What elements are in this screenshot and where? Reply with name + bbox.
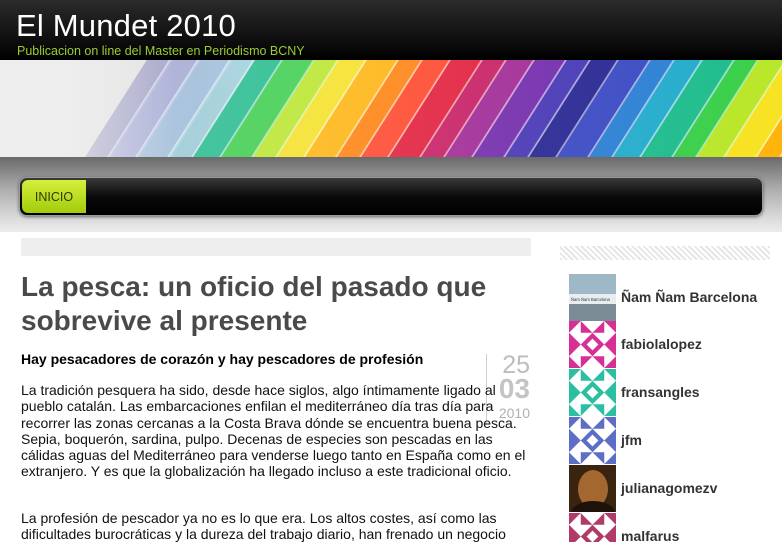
author-item[interactable]: jfm [569, 416, 774, 464]
post-paragraph: La tradición pesquera ha sido, desde hac… [21, 382, 526, 480]
site-title[interactable]: El Mundet 2010 [16, 8, 236, 44]
photo-avatar-icon [569, 464, 616, 512]
nav-area: INICIO [0, 157, 782, 232]
author-item[interactable]: fransangles [569, 368, 774, 416]
author-name[interactable]: fransangles [621, 384, 700, 400]
identicon-avatar-icon [569, 512, 616, 542]
author-name[interactable]: Ñam Ñam Barcelona [621, 289, 757, 305]
nav-item-inicio[interactable]: INICIO [22, 180, 86, 213]
identicon-avatar-icon [569, 320, 616, 368]
banner-fade [0, 60, 782, 157]
author-name[interactable]: julianagomezv [621, 480, 717, 496]
identicon-avatar-icon [569, 416, 616, 464]
post-title[interactable]: La pesca: un oficio del pasado que sobre… [21, 270, 521, 338]
author-item[interactable]: fabiolalopez [569, 320, 774, 368]
author-item[interactable]: julianagomezv [569, 464, 774, 512]
site-header: El Mundet 2010 Publicacion on line del M… [0, 0, 782, 60]
author-name[interactable]: jfm [621, 432, 642, 448]
identicon-avatar-icon [569, 368, 616, 416]
post-lead: Hay pesacadores de corazón y hay pescado… [21, 351, 424, 367]
photo-avatar-icon: Ñam Ñam Barcelona [569, 273, 616, 321]
main-nav: INICIO [19, 177, 763, 216]
sidebar-divider [560, 246, 770, 260]
author-name[interactable]: fabiolalopez [621, 336, 702, 352]
author-item[interactable]: malfarus [569, 512, 774, 542]
post-meta-bar [21, 238, 531, 256]
color-swatch-fan-icon [0, 60, 782, 157]
author-name[interactable]: malfarus [621, 528, 679, 542]
site-description: Publicacion on line del Master en Period… [17, 44, 305, 58]
avatar-caption: Ñam Ñam Barcelona [571, 297, 611, 302]
author-item[interactable]: Ñam Ñam Barcelona Ñam Ñam Barcelona [569, 273, 774, 321]
post-paragraph: La profesión de pescador ya no es lo que… [21, 510, 506, 542]
header-banner-image [0, 60, 782, 157]
